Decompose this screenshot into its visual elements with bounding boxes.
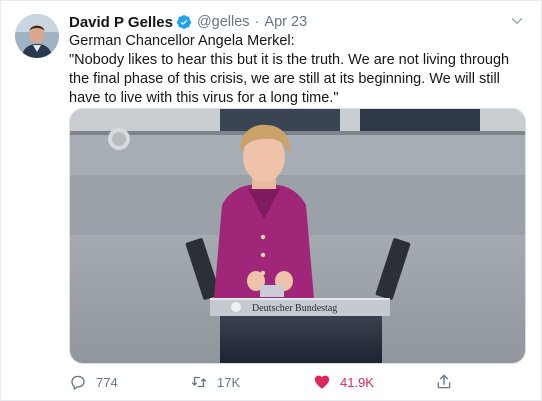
avatar[interactable] bbox=[15, 14, 59, 58]
reply-button[interactable]: 774 bbox=[69, 372, 118, 392]
heart-icon bbox=[313, 373, 331, 391]
tweet-header: David P Gelles @gelles · Apr 23 bbox=[69, 12, 307, 32]
retweet-icon bbox=[190, 373, 208, 391]
retweet-count: 17K bbox=[217, 374, 241, 390]
separator-dot: · bbox=[254, 14, 260, 30]
tweet-card[interactable]: David P Gelles @gelles · Apr 23 German C… bbox=[0, 0, 542, 401]
like-count: 41.9K bbox=[340, 374, 374, 390]
tweet-media-photo[interactable]: Deutscher Bundestag bbox=[69, 108, 526, 364]
reply-icon bbox=[69, 373, 87, 391]
share-icon bbox=[435, 373, 453, 391]
retweet-button[interactable]: 17K bbox=[190, 372, 240, 392]
tweet-text: German Chancellor Angela Merkel: "Nobody… bbox=[69, 32, 529, 108]
tweet-text-line-1: German Chancellor Angela Merkel: bbox=[69, 33, 295, 49]
media-image: Deutscher Bundestag bbox=[70, 109, 525, 363]
timestamp-link[interactable]: Apr 23 bbox=[264, 14, 307, 30]
chevron-down-icon[interactable] bbox=[507, 11, 527, 31]
reply-count: 774 bbox=[96, 374, 118, 390]
tweet-text-quote: "Nobody likes to hear this but it is the… bbox=[69, 52, 510, 106]
share-button[interactable] bbox=[435, 372, 453, 392]
verified-badge-icon bbox=[176, 14, 192, 30]
author-handle[interactable]: @gelles bbox=[197, 14, 250, 30]
author-name[interactable]: David P Gelles bbox=[69, 14, 173, 31]
avatar-photo bbox=[15, 14, 59, 58]
tweet-actions: 774 17K 41.9K bbox=[69, 372, 529, 392]
podium-label: Deutscher Bundestag bbox=[252, 303, 337, 314]
like-button[interactable]: 41.9K bbox=[313, 372, 374, 392]
